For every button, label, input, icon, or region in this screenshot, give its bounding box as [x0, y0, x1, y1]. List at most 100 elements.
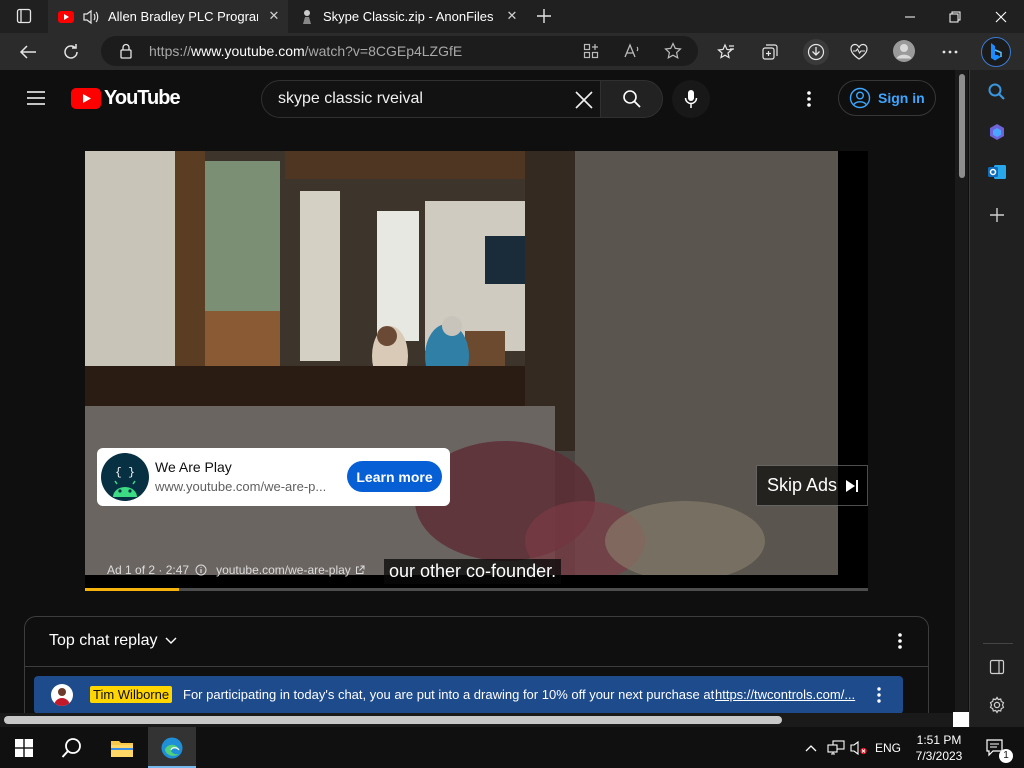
advertiser-name[interactable]: We Are Play	[155, 459, 232, 475]
favorite-star-icon[interactable]	[664, 42, 682, 65]
clock-time: 1:51 PM	[916, 732, 962, 747]
hamburger-menu-icon[interactable]	[26, 90, 46, 111]
video-progress-bar[interactable]	[85, 588, 868, 591]
search-input[interactable]: skype classic rveival	[261, 80, 601, 118]
copilot-icon[interactable]	[987, 122, 1007, 147]
browser-essentials-icon[interactable]	[846, 39, 872, 65]
user-circle-icon	[849, 87, 871, 109]
action-center-button[interactable]: 1	[976, 727, 1016, 768]
favorites-icon[interactable]	[713, 39, 739, 65]
video-progress-fill	[85, 588, 179, 591]
file-explorer-button[interactable]	[98, 727, 146, 768]
learn-more-button[interactable]: Learn more	[347, 461, 442, 492]
network-button[interactable]	[824, 727, 848, 768]
windows-logo-icon	[15, 738, 33, 757]
skip-next-icon	[846, 479, 859, 492]
search-button[interactable]	[600, 80, 663, 118]
edge-sidebar	[969, 70, 1024, 727]
search-icon	[622, 90, 641, 108]
bing-copilot-icon[interactable]	[981, 37, 1011, 67]
outlook-icon[interactable]	[987, 162, 1007, 187]
settings-menu-icon[interactable]	[806, 90, 812, 113]
svg-text:{ }: { }	[115, 467, 135, 479]
minimize-button[interactable]	[887, 0, 933, 33]
chat-link[interactable]: https://twcontrols.com/...	[715, 687, 855, 702]
chat-menu-icon[interactable]	[897, 632, 903, 655]
android-icon: { }	[113, 467, 137, 497]
profile-avatar-icon[interactable]	[891, 38, 917, 64]
tab-close-icon[interactable]: ✕	[504, 8, 520, 24]
youtube-icon	[58, 10, 74, 23]
workspaces-icon[interactable]	[11, 3, 37, 29]
clear-search-icon[interactable]	[574, 90, 594, 115]
chat-message-menu-icon[interactable]	[876, 686, 882, 709]
skip-ads-button[interactable]: Skip Ads	[756, 465, 868, 506]
youtube-play-icon	[71, 88, 101, 109]
restore-button[interactable]	[932, 0, 978, 33]
more-options-icon[interactable]	[937, 39, 963, 65]
sidebar-settings-icon[interactable]	[988, 696, 1006, 719]
app-available-icon[interactable]	[583, 43, 599, 64]
taskbar-search-button[interactable]	[48, 727, 96, 768]
browser-tab-strip: Allen Bradley PLC Programm ✕ Skype Class…	[0, 0, 1024, 33]
advertiser-url[interactable]: www.youtube.com/we-are-p...	[155, 479, 326, 494]
sign-in-button[interactable]: Sign in	[838, 80, 936, 116]
advertiser-logo[interactable]: { }	[101, 453, 149, 501]
close-window-button[interactable]	[978, 0, 1024, 33]
start-button[interactable]	[0, 727, 48, 768]
edge-logo-icon	[161, 737, 183, 758]
new-tab-icon[interactable]	[531, 3, 557, 29]
ad-link[interactable]: youtube.com/we-are-play	[216, 563, 351, 577]
notification-count-badge: 1	[999, 749, 1013, 763]
video-player[interactable]	[85, 151, 868, 591]
anonfiles-icon	[300, 9, 314, 25]
input-language-button[interactable]: ENG	[870, 727, 906, 768]
chevron-down-icon	[165, 637, 177, 644]
youtube-logo-text: YouTube	[104, 87, 181, 109]
network-icon	[827, 739, 845, 755]
volume-button[interactable]	[848, 727, 870, 768]
collections-icon[interactable]	[757, 39, 783, 65]
youtube-logo[interactable]: YouTube	[71, 87, 181, 110]
volume-muted-icon	[850, 740, 867, 755]
tab-title: Allen Bradley PLC Programm	[108, 9, 258, 24]
voice-search-button[interactable]	[672, 80, 710, 118]
video-frame[interactable]	[85, 151, 838, 575]
search-query[interactable]: skype classic rveival	[278, 90, 423, 108]
microphone-icon	[684, 90, 698, 108]
tab-anonfiles[interactable]: Skype Classic.zip - AnonFiles ✕	[290, 0, 526, 33]
speaker-icon[interactable]	[82, 9, 100, 25]
video-caption: our other co-founder.	[384, 559, 562, 584]
show-hidden-icons-button[interactable]	[800, 727, 822, 768]
person-icon	[54, 688, 70, 706]
downloads-icon[interactable]	[803, 39, 829, 65]
address-bar[interactable]: https://www.youtube.com/watch?v=8CGEp4LZ…	[101, 36, 698, 66]
read-aloud-icon[interactable]	[623, 42, 641, 65]
refresh-icon[interactable]	[58, 39, 84, 65]
horizontal-scroll-thumb[interactable]	[4, 716, 782, 724]
lock-icon[interactable]	[119, 43, 133, 64]
clock-button[interactable]: 1:51 PM 7/3/2023	[906, 727, 972, 768]
add-sidebar-app-icon[interactable]	[989, 207, 1005, 228]
sidebar-divider	[983, 643, 1013, 644]
author-avatar[interactable]	[51, 684, 73, 706]
search-icon[interactable]	[987, 82, 1007, 107]
chat-message[interactable]: Tim Wilborne For participating in today'…	[34, 676, 903, 714]
info-icon[interactable]	[195, 564, 207, 576]
tab-title: Skype Classic.zip - AnonFiles	[323, 9, 494, 24]
external-link-icon	[355, 565, 365, 575]
vertical-scroll-thumb[interactable]	[959, 74, 965, 178]
url-text[interactable]: https://www.youtube.com/watch?v=8CGEp4LZ…	[149, 43, 462, 59]
chevron-up-icon	[805, 744, 817, 751]
chat-header[interactable]: Top chat replay	[49, 632, 178, 650]
ad-info: Ad 1 of 2 · 2:47 youtube.com/we-are-play	[107, 563, 365, 577]
edge-taskbar-button[interactable]	[148, 727, 196, 768]
back-arrow-icon[interactable]	[15, 39, 41, 65]
tab-close-icon[interactable]: ✕	[266, 8, 282, 24]
author-badge[interactable]: Tim Wilborne	[90, 686, 173, 703]
hide-sidebar-icon[interactable]	[989, 659, 1005, 680]
video-scene	[85, 151, 838, 575]
video-letterbox	[838, 151, 868, 591]
tab-youtube[interactable]: Allen Bradley PLC Programm ✕	[48, 0, 288, 33]
search-icon	[61, 737, 81, 758]
